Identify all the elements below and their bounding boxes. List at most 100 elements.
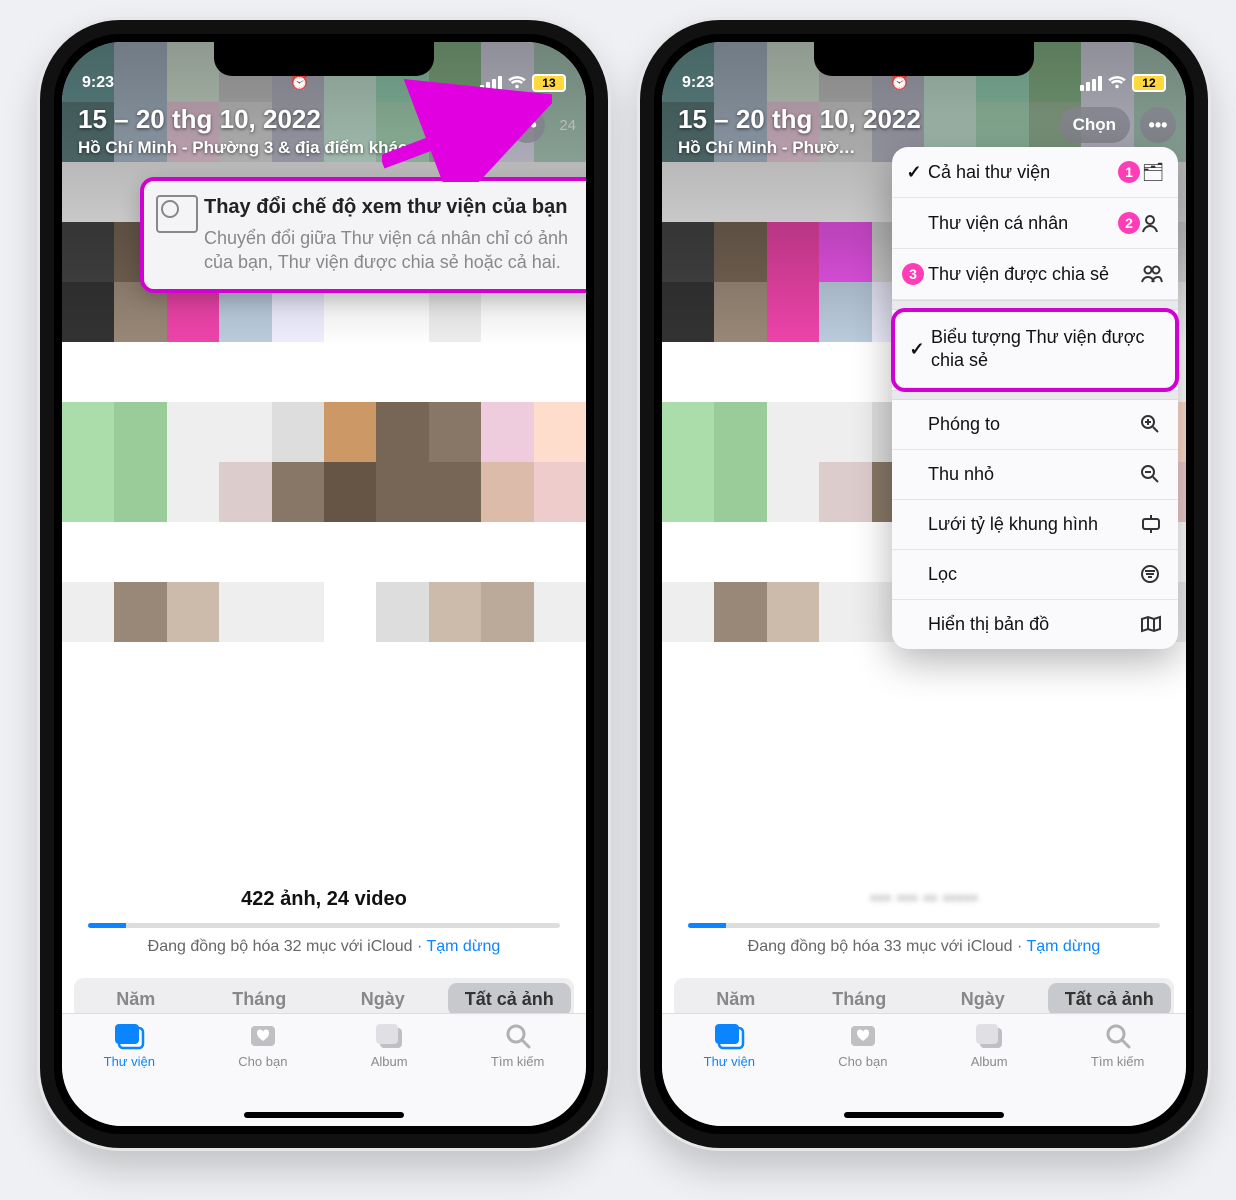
- home-indicator[interactable]: [844, 1112, 1004, 1118]
- menu-item-label: Phóng to: [924, 414, 1140, 435]
- tab-search[interactable]: Tìm kiếm: [1091, 1022, 1144, 1126]
- more-button[interactable]: •••: [509, 107, 545, 143]
- segment-year[interactable]: Năm: [674, 981, 798, 1018]
- select-button[interactable]: Chọn: [1059, 107, 1130, 143]
- menu-separator: [892, 390, 1178, 400]
- library-icon: [713, 1022, 745, 1050]
- tab-for-you[interactable]: Cho bạn: [838, 1022, 887, 1126]
- header-count: 24: [559, 117, 576, 134]
- menu-item-filter[interactable]: Lọc: [892, 550, 1178, 600]
- library-view-context-menu: ✓ Cả hai thư viện 1 🗂︎ Thư viện cá nhân …: [892, 147, 1178, 649]
- menu-item-label: Thu nhỏ: [924, 464, 1140, 485]
- wifi-icon: [508, 76, 526, 90]
- annotation-badge-3: 3: [902, 263, 924, 285]
- annotation-badge-2: 2: [1118, 212, 1140, 234]
- tab-albums-label: Album: [371, 1054, 408, 1069]
- tab-library[interactable]: Thư viện: [704, 1022, 755, 1126]
- notch: [214, 42, 434, 76]
- library-header: 15 – 20 thg 10, 2022 Hồ Chí Minh - Phườn…: [62, 96, 586, 167]
- albums-icon: [373, 1022, 405, 1050]
- menu-item-label: Biểu tượng Thư viện được chia sẻ: [927, 326, 1163, 373]
- menu-item-label: Hiển thị bản đồ: [924, 614, 1140, 635]
- segment-day[interactable]: Ngày: [921, 981, 1045, 1018]
- notch: [814, 42, 1034, 76]
- segment-year[interactable]: Năm: [74, 981, 198, 1018]
- status-time: 9:23: [82, 74, 114, 92]
- media-count: 422 ảnh, 24 video: [62, 888, 586, 911]
- wifi-icon: [1108, 76, 1126, 90]
- menu-item-zoom-in[interactable]: Phóng to: [892, 400, 1178, 450]
- menu-item-personal-library[interactable]: Thư viện cá nhân 2: [892, 198, 1178, 249]
- date-range-title: 15 – 20 thg 10, 2022: [78, 104, 570, 135]
- segment-day[interactable]: Ngày: [321, 981, 445, 1018]
- segment-all-photos[interactable]: Tất cả ảnh: [1048, 983, 1172, 1016]
- menu-item-label: Thư viện được chia sẻ: [924, 264, 1140, 285]
- search-icon: [1102, 1022, 1134, 1050]
- phone-left: 9:23⏰ 13 ••• 24 15 – 20 thg 10, 2022 Hồ …: [40, 20, 608, 1148]
- library-summary: ••• ••• •• ••••• Đang đồng bộ hóa 33 mục…: [662, 888, 1186, 956]
- menu-item-label: Lọc: [924, 564, 1140, 585]
- tab-search[interactable]: Tìm kiếm: [491, 1022, 544, 1126]
- more-button[interactable]: •••: [1140, 107, 1176, 143]
- tab-albums[interactable]: Album: [971, 1022, 1008, 1126]
- battery-indicator: 13: [532, 74, 566, 92]
- person-icon: [1140, 213, 1166, 233]
- menu-item-shared-library[interactable]: 3 Thư viện được chia sẻ: [892, 249, 1178, 300]
- zoom-in-icon: [1140, 414, 1166, 434]
- library-view-tooltip: ✕ Thay đổi chế độ xem thư viện của bạn C…: [140, 177, 586, 293]
- heart-card-icon: [247, 1022, 279, 1050]
- search-icon: [502, 1022, 534, 1050]
- status-time: 9:23: [682, 74, 714, 92]
- people-icon: [1140, 264, 1166, 284]
- pause-sync-link[interactable]: Tạm dừng: [426, 938, 500, 955]
- sync-progress: [88, 923, 560, 928]
- tab-for-you[interactable]: Cho bạn: [238, 1022, 287, 1126]
- menu-item-show-map[interactable]: Hiển thị bản đồ: [892, 600, 1178, 649]
- sync-status: Đang đồng bộ hóa 32 mục với iCloud · Tạm…: [62, 938, 586, 956]
- albums-icon: [973, 1022, 1005, 1050]
- tab-bar: Thư viện Cho bạn Album Tìm kiếm: [662, 1013, 1186, 1126]
- library-icon: [113, 1022, 145, 1050]
- signal-icon: [480, 76, 502, 91]
- library-summary: 422 ảnh, 24 video Đang đồng bộ hóa 32 mụ…: [62, 888, 586, 956]
- menu-item-label: Cả hai thư viện: [924, 162, 1118, 183]
- menu-item-shared-badge-toggle[interactable]: ✓ Biểu tượng Thư viện được chia sẻ: [895, 312, 1175, 388]
- segment-all-photos[interactable]: Tất cả ảnh: [448, 983, 572, 1016]
- sync-status: Đang đồng bộ hóa 33 mục với iCloud · Tạm…: [662, 938, 1186, 956]
- signal-icon: [1080, 76, 1102, 91]
- aspect-ratio-icon: [1140, 515, 1166, 533]
- menu-separator: [892, 300, 1178, 310]
- screen-left: 9:23⏰ 13 ••• 24 15 – 20 thg 10, 2022 Hồ …: [62, 42, 586, 1126]
- media-count-blurred: ••• ••• •• •••••: [662, 888, 1186, 911]
- map-icon: [1140, 615, 1166, 633]
- libraries-stack-icon: 🗂︎: [1140, 162, 1166, 183]
- segment-month[interactable]: Tháng: [198, 981, 322, 1018]
- tab-library[interactable]: Thư viện: [104, 1022, 155, 1126]
- home-indicator[interactable]: [244, 1112, 404, 1118]
- tab-albums[interactable]: Album: [371, 1022, 408, 1126]
- annotation-badge-1: 1: [1118, 161, 1140, 183]
- checkmark-icon: ✓: [907, 339, 927, 360]
- screen-right: 9:23⏰ 12 Chọn ••• 15 – 20 thg 10, 2022 H…: [662, 42, 1186, 1126]
- checkmark-icon: ✓: [904, 162, 924, 183]
- menu-item-aspect-grid[interactable]: Lưới tỷ lệ khung hình: [892, 500, 1178, 550]
- menu-item-zoom-out[interactable]: Thu nhỏ: [892, 450, 1178, 500]
- pause-sync-link[interactable]: Tạm dừng: [1026, 938, 1100, 955]
- library-stack-icon: [156, 195, 198, 233]
- tab-for-you-label: Cho bạn: [238, 1054, 287, 1069]
- tab-library-label: Thư viện: [104, 1054, 155, 1069]
- tooltip-title: Thay đổi chế độ xem thư viện của bạn: [204, 195, 574, 220]
- filter-icon: [1140, 564, 1166, 584]
- tab-search-label: Tìm kiếm: [491, 1054, 544, 1069]
- menu-item-both-libraries[interactable]: ✓ Cả hai thư viện 1 🗂︎: [892, 147, 1178, 198]
- zoom-out-icon: [1140, 464, 1166, 484]
- segment-month[interactable]: Tháng: [798, 981, 922, 1018]
- tooltip-body: Chuyển đổi giữa Thư viện cá nhân chỉ có …: [204, 226, 574, 275]
- phone-right: 9:23⏰ 12 Chọn ••• 15 – 20 thg 10, 2022 H…: [640, 20, 1208, 1148]
- tutorial-two-phone-comparison: 9:23⏰ 13 ••• 24 15 – 20 thg 10, 2022 Hồ …: [0, 0, 1236, 1200]
- location-subtitle: Hồ Chí Minh - Phường 3 & địa điểm khác: [78, 137, 570, 159]
- battery-indicator: 12: [1132, 74, 1166, 92]
- tab-bar: Thư viện Cho bạn Album Tìm kiếm: [62, 1013, 586, 1126]
- menu-item-label: Thư viện cá nhân: [924, 213, 1118, 234]
- sync-progress: [688, 923, 1160, 928]
